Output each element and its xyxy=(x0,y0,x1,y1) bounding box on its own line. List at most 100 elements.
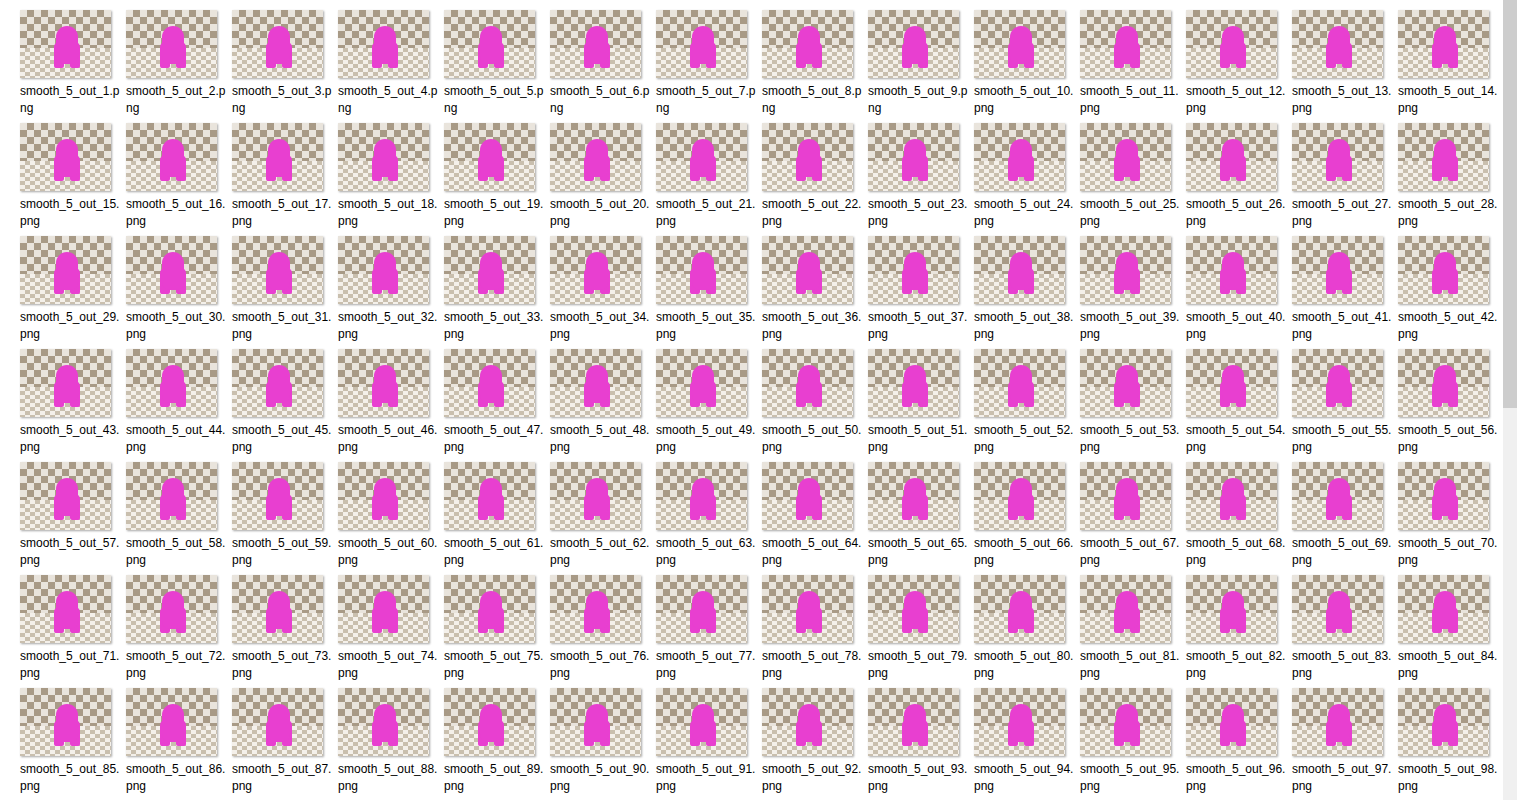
file-item[interactable]: smooth_5_out_82.png xyxy=(1186,575,1286,688)
file-item[interactable]: smooth_5_out_34.png xyxy=(550,236,650,349)
file-item[interactable]: smooth_5_out_43.png xyxy=(20,349,120,462)
file-item[interactable]: smooth_5_out_78.png xyxy=(762,575,862,688)
file-item[interactable]: smooth_5_out_38.png xyxy=(974,236,1074,349)
file-item[interactable]: smooth_5_out_76.png xyxy=(550,575,650,688)
file-item[interactable]: smooth_5_out_61.png xyxy=(444,462,544,575)
file-item[interactable]: smooth_5_out_11.png xyxy=(1080,10,1180,123)
file-item[interactable]: smooth_5_out_62.png xyxy=(550,462,650,575)
file-item[interactable]: smooth_5_out_87.png xyxy=(232,688,332,800)
file-item[interactable]: smooth_5_out_2.png xyxy=(126,10,226,123)
file-item[interactable]: smooth_5_out_36.png xyxy=(762,236,862,349)
file-item[interactable]: smooth_5_out_73.png xyxy=(232,575,332,688)
file-item[interactable]: smooth_5_out_8.png xyxy=(762,10,862,123)
file-item[interactable]: smooth_5_out_60.png xyxy=(338,462,438,575)
file-item[interactable]: smooth_5_out_97.png xyxy=(1292,688,1392,800)
file-item[interactable]: smooth_5_out_71.png xyxy=(20,575,120,688)
file-item[interactable]: smooth_5_out_35.png xyxy=(656,236,756,349)
file-item[interactable]: smooth_5_out_84.png xyxy=(1398,575,1498,688)
file-item[interactable]: smooth_5_out_47.png xyxy=(444,349,544,462)
file-item[interactable]: smooth_5_out_54.png xyxy=(1186,349,1286,462)
file-item[interactable]: smooth_5_out_17.png xyxy=(232,123,332,236)
file-item[interactable]: smooth_5_out_3.png xyxy=(232,10,332,123)
file-item[interactable]: smooth_5_out_56.png xyxy=(1398,349,1498,462)
file-item[interactable]: smooth_5_out_16.png xyxy=(126,123,226,236)
file-item[interactable]: smooth_5_out_33.png xyxy=(444,236,544,349)
file-item[interactable]: smooth_5_out_90.png xyxy=(550,688,650,800)
file-item[interactable]: smooth_5_out_23.png xyxy=(868,123,968,236)
file-item[interactable]: smooth_5_out_42.png xyxy=(1398,236,1498,349)
file-item[interactable]: smooth_5_out_95.png xyxy=(1080,688,1180,800)
file-item[interactable]: smooth_5_out_26.png xyxy=(1186,123,1286,236)
file-item[interactable]: smooth_5_out_30.png xyxy=(126,236,226,349)
file-item[interactable]: smooth_5_out_15.png xyxy=(20,123,120,236)
file-item[interactable]: smooth_5_out_31.png xyxy=(232,236,332,349)
file-item[interactable]: smooth_5_out_55.png xyxy=(1292,349,1392,462)
file-item[interactable]: smooth_5_out_89.png xyxy=(444,688,544,800)
file-item[interactable]: smooth_5_out_20.png xyxy=(550,123,650,236)
file-item[interactable]: smooth_5_out_79.png xyxy=(868,575,968,688)
file-item[interactable]: smooth_5_out_28.png xyxy=(1398,123,1498,236)
file-item[interactable]: smooth_5_out_22.png xyxy=(762,123,862,236)
file-item[interactable]: smooth_5_out_21.png xyxy=(656,123,756,236)
file-item[interactable]: smooth_5_out_1.png xyxy=(20,10,120,123)
file-item[interactable]: smooth_5_out_51.png xyxy=(868,349,968,462)
file-item[interactable]: smooth_5_out_4.png xyxy=(338,10,438,123)
file-item[interactable]: smooth_5_out_88.png xyxy=(338,688,438,800)
file-item[interactable]: smooth_5_out_72.png xyxy=(126,575,226,688)
file-item[interactable]: smooth_5_out_44.png xyxy=(126,349,226,462)
file-item[interactable]: smooth_5_out_27.png xyxy=(1292,123,1392,236)
file-item[interactable]: smooth_5_out_80.png xyxy=(974,575,1074,688)
file-item[interactable]: smooth_5_out_40.png xyxy=(1186,236,1286,349)
file-item[interactable]: smooth_5_out_12.png xyxy=(1186,10,1286,123)
file-item[interactable]: smooth_5_out_57.png xyxy=(20,462,120,575)
file-item[interactable]: smooth_5_out_7.png xyxy=(656,10,756,123)
file-item[interactable]: smooth_5_out_98.png xyxy=(1398,688,1498,800)
file-item[interactable]: smooth_5_out_24.png xyxy=(974,123,1074,236)
file-item[interactable]: smooth_5_out_52.png xyxy=(974,349,1074,462)
file-item[interactable]: smooth_5_out_53.png xyxy=(1080,349,1180,462)
file-item[interactable]: smooth_5_out_58.png xyxy=(126,462,226,575)
file-item[interactable]: smooth_5_out_63.png xyxy=(656,462,756,575)
file-item[interactable]: smooth_5_out_37.png xyxy=(868,236,968,349)
file-item[interactable]: smooth_5_out_50.png xyxy=(762,349,862,462)
file-item[interactable]: smooth_5_out_77.png xyxy=(656,575,756,688)
file-item[interactable]: smooth_5_out_46.png xyxy=(338,349,438,462)
file-item[interactable]: smooth_5_out_96.png xyxy=(1186,688,1286,800)
file-item[interactable]: smooth_5_out_74.png xyxy=(338,575,438,688)
file-item[interactable]: smooth_5_out_18.png xyxy=(338,123,438,236)
file-item[interactable]: smooth_5_out_66.png xyxy=(974,462,1074,575)
file-item[interactable]: smooth_5_out_14.png xyxy=(1398,10,1498,123)
file-item[interactable]: smooth_5_out_41.png xyxy=(1292,236,1392,349)
file-item[interactable]: smooth_5_out_69.png xyxy=(1292,462,1392,575)
file-item[interactable]: smooth_5_out_75.png xyxy=(444,575,544,688)
file-item[interactable]: smooth_5_out_10.png xyxy=(974,10,1074,123)
file-item[interactable]: smooth_5_out_13.png xyxy=(1292,10,1392,123)
file-item[interactable]: smooth_5_out_83.png xyxy=(1292,575,1392,688)
file-item[interactable]: smooth_5_out_25.png xyxy=(1080,123,1180,236)
file-item[interactable]: smooth_5_out_19.png xyxy=(444,123,544,236)
file-item[interactable]: smooth_5_out_49.png xyxy=(656,349,756,462)
file-item[interactable]: smooth_5_out_65.png xyxy=(868,462,968,575)
scrollbar[interactable] xyxy=(1503,0,1517,800)
file-item[interactable]: smooth_5_out_81.png xyxy=(1080,575,1180,688)
file-item[interactable]: smooth_5_out_32.png xyxy=(338,236,438,349)
file-item[interactable]: smooth_5_out_39.png xyxy=(1080,236,1180,349)
file-item[interactable]: smooth_5_out_68.png xyxy=(1186,462,1286,575)
scrollbar-thumb[interactable] xyxy=(1503,0,1517,408)
file-item[interactable]: smooth_5_out_64.png xyxy=(762,462,862,575)
file-item[interactable]: smooth_5_out_5.png xyxy=(444,10,544,123)
file-item[interactable]: smooth_5_out_67.png xyxy=(1080,462,1180,575)
file-item[interactable]: smooth_5_out_29.png xyxy=(20,236,120,349)
file-item[interactable]: smooth_5_out_92.png xyxy=(762,688,862,800)
file-item[interactable]: smooth_5_out_45.png xyxy=(232,349,332,462)
file-item[interactable]: smooth_5_out_70.png xyxy=(1398,462,1498,575)
file-item[interactable]: smooth_5_out_59.png xyxy=(232,462,332,575)
file-item[interactable]: smooth_5_out_85.png xyxy=(20,688,120,800)
file-item[interactable]: smooth_5_out_86.png xyxy=(126,688,226,800)
file-item[interactable]: smooth_5_out_93.png xyxy=(868,688,968,800)
file-item[interactable]: smooth_5_out_94.png xyxy=(974,688,1074,800)
file-item[interactable]: smooth_5_out_48.png xyxy=(550,349,650,462)
file-item[interactable]: smooth_5_out_91.png xyxy=(656,688,756,800)
file-item[interactable]: smooth_5_out_9.png xyxy=(868,10,968,123)
file-item[interactable]: smooth_5_out_6.png xyxy=(550,10,650,123)
